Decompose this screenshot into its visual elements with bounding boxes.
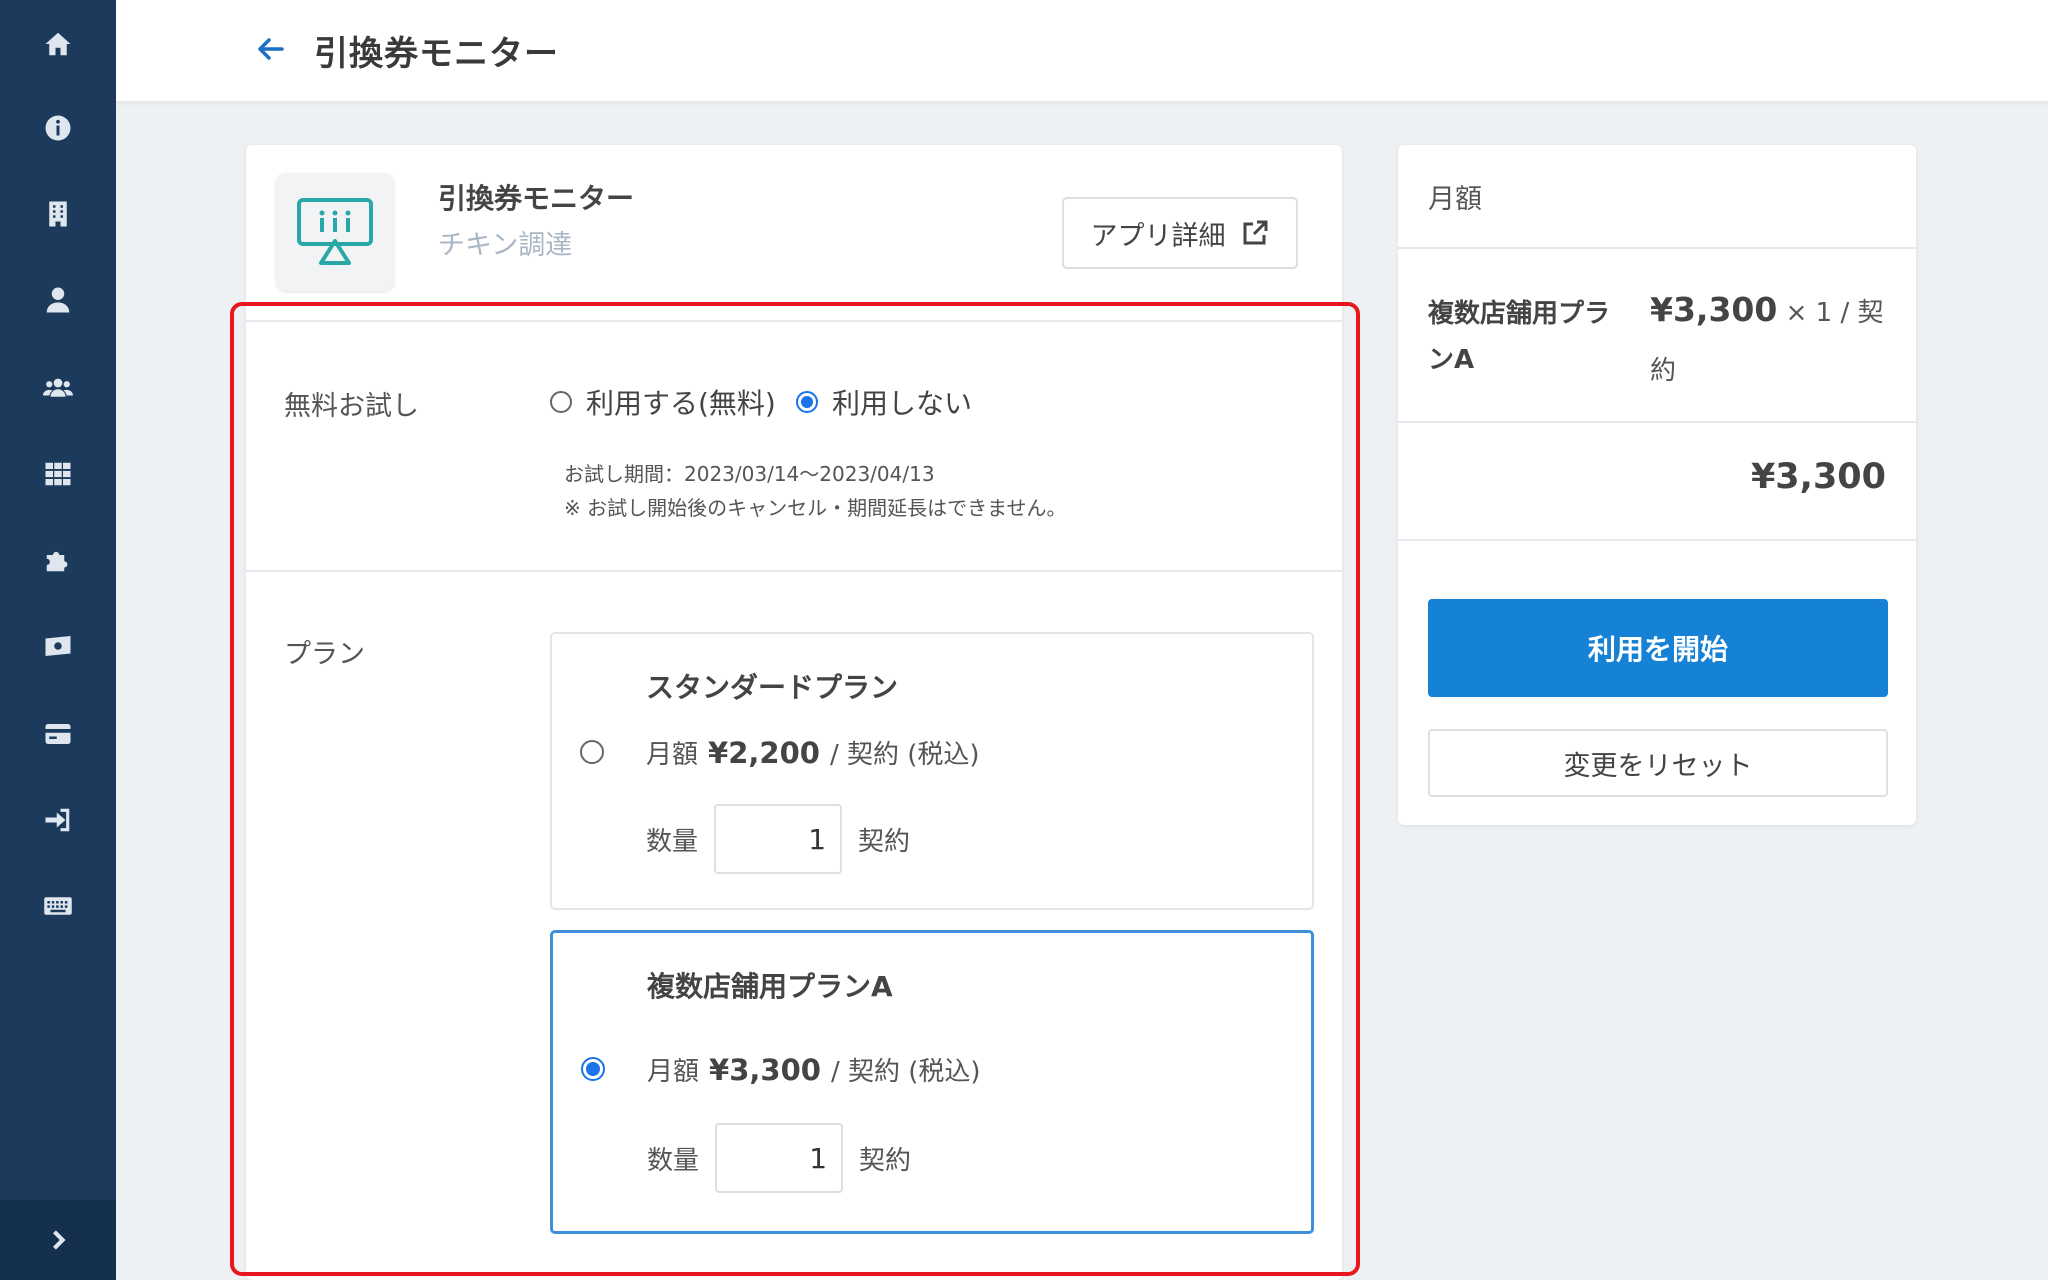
app-header: 引換券モニター チキン調達 アプリ詳細 bbox=[246, 145, 1342, 320]
divider bbox=[1398, 247, 1916, 249]
plan-standard-radio[interactable] bbox=[580, 740, 604, 764]
plan-title: 複数店舗用プランA bbox=[647, 970, 893, 1003]
app-detail-button[interactable]: アプリ詳細 bbox=[1062, 197, 1298, 269]
trial-use-option[interactable]: 利用する(無料) bbox=[550, 382, 776, 422]
qty-unit: 契約 bbox=[859, 1145, 912, 1176]
radio-indicator bbox=[580, 740, 604, 764]
home-icon[interactable] bbox=[0, 14, 116, 74]
credit-card-icon[interactable] bbox=[0, 704, 116, 764]
app-logo bbox=[276, 173, 394, 291]
plan-label: プラン bbox=[284, 639, 365, 670]
keyboard-icon[interactable] bbox=[0, 876, 116, 936]
order-summary: 月額 複数店舗用プランA ¥3,300 × 1 / 契約 ¥3,300 利用を開… bbox=[1398, 145, 1916, 825]
summary-unit-price: ¥3,300 bbox=[1650, 290, 1778, 329]
divider bbox=[1398, 539, 1916, 541]
trial-period: お試し期間：2023/03/14〜2023/04/13 bbox=[564, 462, 935, 486]
qty-unit: 契約 bbox=[858, 826, 911, 857]
quantity-input[interactable] bbox=[714, 804, 843, 874]
start-button[interactable]: 利用を開始 bbox=[1428, 599, 1888, 697]
plan-option-multi-store-a[interactable]: 複数店舗用プランA 月額 ¥3,300 / 契約 (税込) 数量 契約 bbox=[550, 930, 1314, 1234]
arrow-left-icon bbox=[258, 38, 284, 60]
trial-use-radio[interactable] bbox=[550, 391, 572, 413]
trial-not-use-label: 利用しない bbox=[832, 387, 973, 420]
expand-sidebar-button[interactable] bbox=[0, 1200, 116, 1280]
quantity-input[interactable] bbox=[715, 1123, 844, 1193]
divider bbox=[1398, 421, 1916, 423]
page-header: 引換券モニター bbox=[116, 0, 2048, 101]
plan-price: 月額 ¥2,200 / 契約 (税込) bbox=[646, 734, 980, 771]
grid-icon[interactable] bbox=[0, 444, 116, 504]
app-purchase-card: 引換券モニター チキン調達 アプリ詳細 無料お試し 利用する(無料) 利用しない… bbox=[246, 145, 1342, 1280]
trial-not-use-option[interactable]: 利用しない bbox=[796, 382, 972, 422]
price-suffix: / 契約 (税込) bbox=[830, 1057, 981, 1087]
price-amount: ¥3,300 bbox=[709, 1053, 821, 1087]
trial-not-use-radio[interactable] bbox=[796, 391, 818, 413]
summary-calculation: ¥3,300 × 1 / 契約 bbox=[1650, 281, 1900, 400]
summary-total: ¥3,300 bbox=[1750, 457, 1886, 497]
plan-quantity: 数量 契約 bbox=[647, 1123, 911, 1193]
free-trial-section: 無料お試し 利用する(無料) 利用しない お試し期間：2023/03/14〜20… bbox=[246, 320, 1342, 570]
summary-heading: 月額 bbox=[1428, 184, 1482, 215]
summary-plan-name: 複数店舗用プランA bbox=[1428, 299, 1611, 375]
back-button[interactable] bbox=[254, 32, 288, 66]
user-icon[interactable] bbox=[0, 270, 116, 330]
qty-label: 数量 bbox=[647, 1145, 700, 1176]
reset-button[interactable]: 変更をリセット bbox=[1428, 729, 1888, 797]
app-detail-label: アプリ詳細 bbox=[1090, 220, 1226, 252]
qty-label: 数量 bbox=[646, 826, 699, 857]
plan-option-standard[interactable]: スタンダードプラン 月額 ¥2,200 / 契約 (税込) 数量 契約 bbox=[550, 632, 1314, 910]
plan-section: プラン スタンダードプラン 月額 ¥2,200 / 契約 (税込) 数量 契約 … bbox=[246, 570, 1342, 1280]
sidebar bbox=[0, 0, 116, 1280]
plan-quantity: 数量 契約 bbox=[646, 804, 910, 874]
trial-use-label: 利用する(無料) bbox=[586, 387, 776, 420]
external-link-icon bbox=[1243, 220, 1267, 245]
radio-indicator bbox=[581, 1057, 605, 1081]
trial-notice: ※ お試し開始後のキャンセル・期間延長はできません。 bbox=[564, 496, 1067, 520]
page-title: 引換券モニター bbox=[314, 34, 559, 74]
free-trial-label: 無料お試し bbox=[284, 391, 419, 422]
plan-title: スタンダードプラン bbox=[646, 671, 899, 704]
price-prefix: 月額 bbox=[647, 1057, 700, 1087]
info-icon[interactable] bbox=[0, 98, 116, 158]
users-icon[interactable] bbox=[0, 358, 116, 418]
sign-in-icon[interactable] bbox=[0, 790, 116, 850]
building-icon[interactable] bbox=[0, 184, 116, 244]
app-subtitle: チキン調達 bbox=[438, 230, 573, 261]
app-name: 引換券モニター bbox=[438, 182, 635, 215]
chevron-right-icon bbox=[53, 1230, 66, 1250]
money-icon[interactable] bbox=[0, 616, 116, 676]
price-amount: ¥2,200 bbox=[708, 736, 820, 770]
plan-multi-store-radio[interactable] bbox=[581, 1057, 605, 1081]
price-prefix: 月額 bbox=[646, 740, 699, 770]
plan-price: 月額 ¥3,300 / 契約 (税込) bbox=[647, 1051, 981, 1088]
puzzle-icon[interactable] bbox=[0, 530, 116, 590]
price-suffix: / 契約 (税込) bbox=[829, 740, 980, 770]
monitor-icon bbox=[297, 198, 373, 265]
